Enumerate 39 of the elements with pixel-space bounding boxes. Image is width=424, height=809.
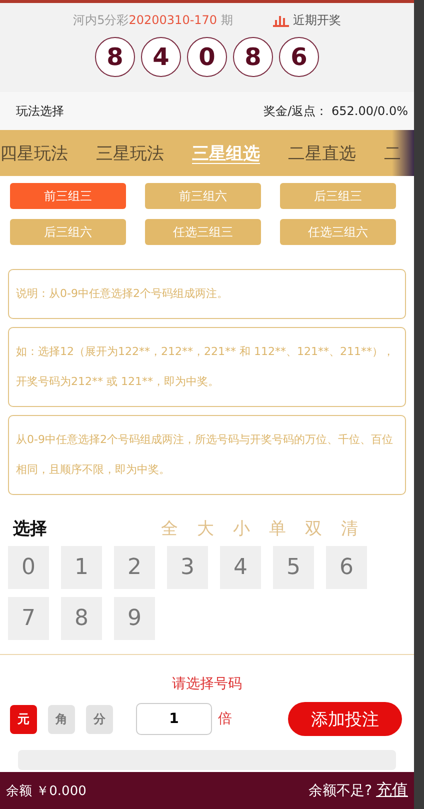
rule-note: 说明：从0-9中任意选择2个号码组成两注。: [8, 269, 406, 319]
rule-note: 从0-9中任意选择2个号码组成两注，所选号码与开奖号码的万位、千位、百位相同，且顺序不限，即为中奖。: [8, 415, 406, 495]
number-button[interactable]: 7: [8, 597, 49, 640]
number-button[interactable]: 2: [114, 546, 155, 589]
bar-chart-icon[interactable]: [272, 14, 289, 27]
unit-button[interactable]: 分: [86, 704, 113, 734]
number-button[interactable]: 6: [326, 546, 367, 589]
hint-text: 请选择号码: [171, 675, 243, 693]
history-link[interactable]: 近期开奖: [292, 12, 341, 29]
play-tab[interactable]: 二: [384, 142, 401, 164]
number-button[interactable]: 3: [167, 546, 208, 589]
number-button[interactable]: 9: [114, 597, 155, 640]
unit-button[interactable]: 角: [48, 704, 75, 734]
number-button[interactable]: 4: [220, 546, 261, 589]
multiplier-unit: 倍: [218, 710, 232, 728]
number-button[interactable]: 0: [8, 546, 49, 589]
number-button[interactable]: 1: [61, 546, 102, 589]
result-ball: 8: [95, 37, 135, 77]
odds-text: 奖金/返点： 652.00/0.0%: [264, 102, 408, 120]
play-select-label[interactable]: 玩法选择: [16, 102, 64, 120]
unit-button[interactable]: 元: [10, 704, 37, 734]
add-bet-button[interactable]: 添加投注: [288, 702, 402, 736]
play-tab[interactable]: 四星玩法: [0, 142, 68, 164]
result-ball: 4: [141, 37, 181, 77]
balance-text: 余额 ￥0.000: [6, 782, 86, 800]
recharge-link[interactable]: 充值: [376, 780, 408, 801]
number-button[interactable]: 5: [273, 546, 314, 589]
number-button[interactable]: 8: [61, 597, 102, 640]
play-tab[interactable]: 二星直选: [288, 142, 356, 164]
issue-title: 河内5分彩20200310-170 期: [73, 12, 233, 29]
mode-button[interactable]: 前三组三: [10, 183, 126, 209]
result-ball: 8: [233, 37, 273, 77]
play-tab[interactable]: 三星玩法: [96, 142, 164, 164]
result-ball: 6: [279, 37, 319, 77]
result-ball: 0: [187, 37, 227, 77]
select-title: 选择: [12, 518, 48, 540]
multiplier-field[interactable]: 1: [136, 703, 212, 735]
rule-note: 如：选择12（展开为122**，212**，221** 和 112**、121**、211**），开奖号码为212** 或 121**，即为中奖。: [8, 327, 406, 407]
low-balance-text: 余额不足?: [308, 782, 372, 800]
